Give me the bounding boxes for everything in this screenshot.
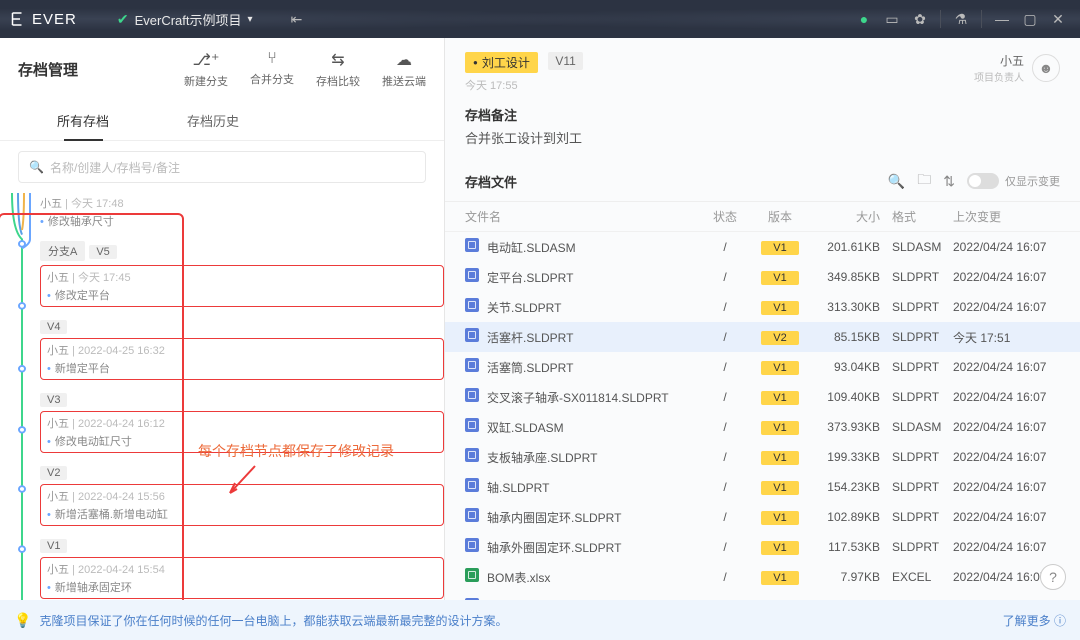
file-row[interactable]: 活塞杆.SLDPRT / V2 85.15KB SLDPRT 今天 17:51 [445,322,1080,352]
file-row[interactable]: 轴承内圈固定环.SLDPRT / V1 102.89KB SLDPRT 2022… [445,502,1080,532]
detail-panel: 刘工设计 V11 今天 17:55 小五 项目负责人 ☻ 存档备注 合并张工设计… [445,38,1080,600]
sort-icon[interactable]: ⇅ [943,173,955,190]
file-row[interactable]: stewart测试台.SLDASM / V1 637.15KB SLDASM 2… [445,592,1080,600]
file-row[interactable]: 双缸.SLDASM / V1 373.93KB SLDASM 2022/04/2… [445,412,1080,442]
search-files-icon[interactable]: 🔍 [888,173,905,190]
push-cloud-button[interactable]: ☁推送云端 [382,50,426,89]
maximize-icon[interactable]: ▢ [1016,5,1044,33]
version-chip: V1 [761,541,798,555]
version-tag: V3 [40,393,67,407]
file-icon [465,388,479,402]
version-tag: V5 [89,245,116,259]
file-icon [465,238,479,252]
tab-all-archives[interactable]: 所有存档 [18,101,148,140]
version-chip: V1 [761,271,798,285]
version-chip: V2 [761,331,798,345]
version-chip: V1 [761,451,798,465]
remark-body: 合并张工设计到刘工 [465,128,1060,147]
minimize-icon[interactable]: — [988,5,1016,33]
sync-icon[interactable]: ● [850,5,878,33]
cloud-icon: ☁ [396,50,412,70]
version-chip: V1 [761,511,798,525]
version-tag: V1 [40,539,67,553]
version-chip: V1 [761,571,798,585]
search-input[interactable]: 🔍 名称/创建人/存档号/备注 [18,151,426,183]
search-icon: 🔍 [29,160,44,174]
file-row[interactable]: 轴.SLDPRT / V1 154.23KB SLDPRT 2022/04/24… [445,472,1080,502]
project-selector[interactable]: ✔ EverCraft示例项目 ▾ [117,10,253,29]
titlebar: EVER ✔ EverCraft示例项目 ▾ ⇤ ● ▭ ✿ ⚗ — ▢ ✕ [0,0,1080,38]
archive-tree: 每个存档节点都保存了修改记录 小五 | 今天 17:48 •修改轴承尺寸 分支A… [0,193,444,600]
archive-node[interactable]: V1 小五 | 2022-04-24 15:54 •新增轴承固定环 [40,538,444,599]
version-chip: V1 [761,241,798,255]
archive-panel: 存档管理 ⎇⁺新建分支 ⑂合并分支 ⇆存档比较 ☁推送云端 所有存档 存档历史 … [0,38,445,600]
file-row[interactable]: 活塞筒.SLDPRT / V1 93.04KB SLDPRT 2022/04/2… [445,352,1080,382]
version-chip: V1 [761,481,798,495]
annotation-text: 每个存档节点都保存了修改记录 [198,441,394,461]
file-icon [465,448,479,462]
close-icon[interactable]: ✕ [1044,5,1072,33]
version-chip: V1 [761,361,798,375]
file-icon [465,268,479,282]
app-logo: EVER [8,10,77,28]
version-chip: V1 [761,301,798,315]
file-icon [465,568,479,582]
file-icon [465,508,479,522]
tip-footer: 💡 克隆项目保证了你在任何时候的任何一台电脑上，都能获取云端最新最完整的设计方案… [0,600,1080,640]
tab-history[interactable]: 存档历史 [148,101,278,140]
owner-block: 小五 项目负责人 ☻ [974,52,1060,84]
file-icon [465,418,479,432]
new-branch-button[interactable]: ⎇⁺新建分支 [184,50,228,89]
version-chip: V1 [761,421,798,435]
annotation-arrow-icon [225,461,265,501]
file-row[interactable]: 支板轴承座.SLDPRT / V1 199.33KB SLDPRT 2022/0… [445,442,1080,472]
file-row[interactable]: 电动缸.SLDASM / V1 201.61KB SLDASM 2022/04/… [445,232,1080,262]
panel-title: 存档管理 [18,59,78,80]
file-row[interactable]: BOM表.xlsx / V1 7.97KB EXCEL 2022/04/24 1… [445,562,1080,592]
file-row[interactable]: 轴承外圈固定环.SLDPRT / V1 117.53KB SLDPRT 2022… [445,532,1080,562]
archive-node[interactable]: V4 小五 | 2022-04-25 16:32 •新增定平台 [40,319,444,380]
chevron-down-icon: ▾ [248,14,253,25]
version-badge: V11 [548,52,582,70]
file-icon [465,538,479,552]
file-row[interactable]: 关节.SLDPRT / V1 313.30KB SLDPRT 2022/04/2… [445,292,1080,322]
changes-only-toggle[interactable] [967,173,999,189]
file-icon [465,328,479,342]
bulb-icon: 💡 [14,612,31,629]
compare-button[interactable]: ⇆存档比较 [316,50,360,89]
branch-tag: 分支A [40,241,85,261]
design-tag[interactable]: 刘工设计 [465,52,538,73]
branch-graph [8,193,36,600]
logo-icon [8,10,26,28]
archive-time: 今天 17:55 [465,77,583,93]
version-tag: V2 [40,466,67,480]
display-icon[interactable]: ▭ [878,5,906,33]
merge-branch-button[interactable]: ⑂合并分支 [250,50,294,89]
archive-node[interactable]: 分支AV5 小五 | 今天 17:45 •修改定平台 [40,241,444,307]
table-header: 文件名 状态 版本 大小 格式 上次变更 [445,202,1080,232]
avatar-icon[interactable]: ☻ [1032,54,1060,82]
help-button[interactable]: ? [1040,564,1066,590]
file-icon [465,298,479,312]
settings-icon[interactable]: ✿ [906,5,934,33]
merge-icon: ⑂ [267,50,277,68]
file-icon [465,478,479,492]
file-row[interactable]: 定平台.SLDPRT / V1 349.85KB SLDPRT 2022/04/… [445,262,1080,292]
new-branch-icon: ⎇⁺ [193,50,220,70]
remark-title: 存档备注 [465,105,1060,124]
learn-more-link[interactable]: 了解更多 ⓘ [1003,612,1066,629]
file-icon [465,358,479,372]
version-tag: V4 [40,320,67,334]
file-row[interactable]: 交叉滚子轴承-SX011814.SLDPRT / V1 109.40KB SLD… [445,382,1080,412]
files-title: 存档文件 [465,172,517,191]
plugin-icon[interactable]: ⚗ [947,5,975,33]
compare-icon: ⇆ [331,50,344,70]
folder-icon[interactable]: 🗀 [917,169,931,193]
version-chip: V1 [761,391,798,405]
check-icon: ✔ [117,11,129,28]
collapse-sidebar-icon[interactable]: ⇤ [283,5,311,33]
archive-node[interactable]: 小五 | 今天 17:48 •修改轴承尺寸 [40,195,444,229]
